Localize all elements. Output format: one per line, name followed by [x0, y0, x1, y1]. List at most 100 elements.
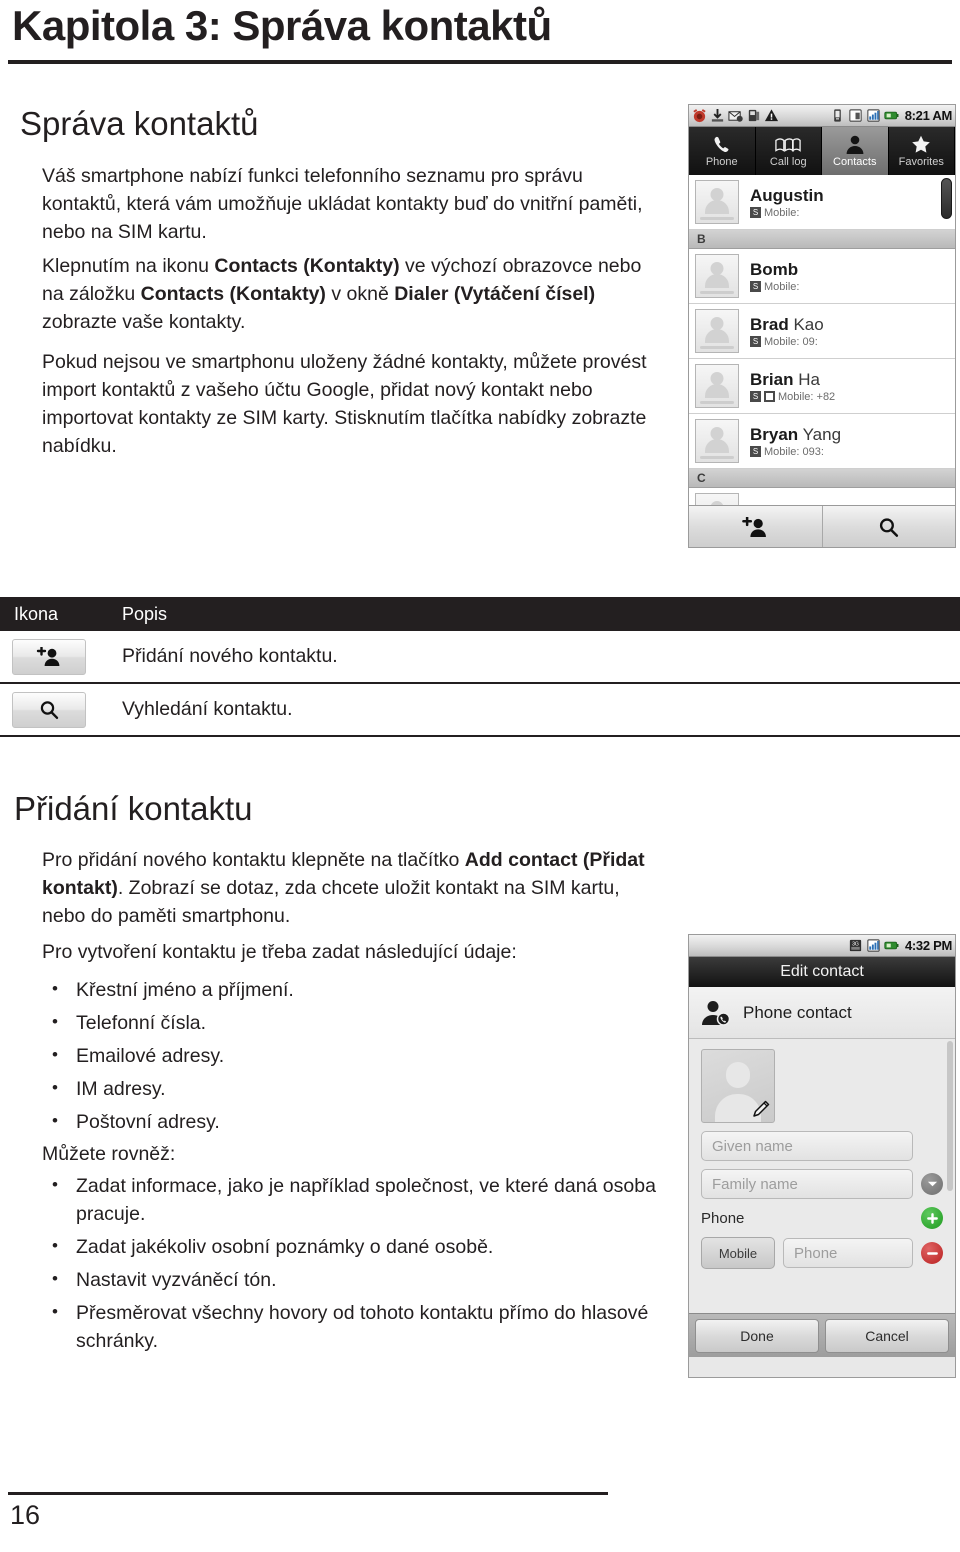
- contact-subtitle: S Mobile: 093:: [750, 446, 841, 458]
- phone-screenshot-contacts: 8:21 AM Phone Call log Contacts Favorite…: [688, 104, 956, 548]
- tab-label: Favorites: [898, 155, 944, 168]
- page-number: 16: [10, 1500, 41, 1530]
- contact-number-label: Mobile: +82: [778, 390, 836, 403]
- phone-section-label: Phone: [701, 1209, 745, 1227]
- search-icon: [12, 691, 86, 728]
- contact-number-label: Mobile: 093:: [764, 445, 824, 458]
- phone-contact-icon: [702, 1000, 731, 1026]
- download-icon: [711, 108, 724, 122]
- minus-icon[interactable]: [921, 1242, 943, 1264]
- list-item[interactable]: Augustin S Mobile:: [689, 175, 955, 230]
- list-item: Křestní jméno a příjmení.: [42, 975, 662, 1004]
- section-heading-sprava-kontaktu: Správa kontaktů: [20, 105, 259, 142]
- scrollbar-thumb[interactable]: [941, 178, 952, 219]
- para2-bold-dialer: Dialer (Vytáčení čísel): [394, 283, 596, 305]
- sim-icon: [849, 109, 862, 122]
- para2-text-d: v okně: [325, 283, 395, 305]
- phone-type-selector[interactable]: Mobile: [701, 1237, 775, 1269]
- cancel-button[interactable]: Cancel: [825, 1318, 949, 1353]
- contact-photo-picker[interactable]: [701, 1049, 775, 1123]
- phone-screenshot-edit-contact: 3G 4:32 PM Edit contact Phone contact Gi…: [688, 934, 956, 1378]
- avatar: [695, 309, 739, 353]
- title-divider: [8, 60, 952, 64]
- footer-divider: [8, 1492, 608, 1495]
- list-item: Přesměrovat všechny hovory od tohoto kon…: [42, 1298, 672, 1355]
- handset-icon: [712, 135, 731, 155]
- para2-text-a: Klepnutím na ikonu: [42, 255, 215, 277]
- tab-bar: Phone Call log Contacts Favorites: [689, 127, 955, 175]
- contact-number-label: Mobile:: [764, 280, 800, 293]
- icon-description-table: Ikona Popis Přidání nového kontaktu. Vyh…: [0, 597, 960, 737]
- alpha-divider-c: C: [689, 469, 955, 488]
- chevron-down-icon[interactable]: [921, 1173, 943, 1195]
- contact-list[interactable]: Augustin S Mobile: B Bomb S Mobile: Brad…: [689, 175, 955, 505]
- warning-icon: [764, 109, 779, 122]
- svg-text:3G: 3G: [852, 942, 859, 948]
- tab-phone[interactable]: Phone: [689, 127, 756, 175]
- table-header-row: Ikona Popis: [0, 597, 960, 631]
- account-row[interactable]: Phone contact: [689, 987, 955, 1039]
- signal-icon: [867, 939, 880, 952]
- avatar: [695, 493, 739, 505]
- scrollbar-thumb[interactable]: [947, 1041, 953, 1191]
- contact-last-name: Yang: [802, 424, 842, 444]
- alarm-icon: [693, 109, 706, 123]
- status-bar-time: 8:21 AM: [904, 108, 953, 123]
- contact-info: Brian Ha S Mobile: +82: [750, 370, 835, 403]
- contact-number-label: Mobile:: [764, 206, 800, 219]
- list-item: Nastavit vyzváněcí tón.: [42, 1265, 672, 1294]
- tab-favorites[interactable]: Favorites: [889, 127, 955, 175]
- table-cell-icon: [0, 691, 122, 728]
- star-icon: [911, 135, 931, 155]
- para4-text-a: Pro přidání nového kontaktu klepněte na …: [42, 849, 465, 871]
- contact-name: Bryan Yang: [750, 425, 841, 444]
- battery-icon: [884, 941, 899, 950]
- book-icon: [775, 135, 801, 155]
- table-row: Vyhledání kontaktu.: [0, 684, 960, 737]
- contact-last-name: Kao: [793, 314, 824, 334]
- sim-badge-icon: S: [750, 336, 761, 347]
- list-item[interactable]: Brian Ha S Mobile: +82: [689, 359, 955, 414]
- table-cell-icon: [0, 638, 122, 675]
- phone-number-field[interactable]: Phone: [783, 1238, 913, 1268]
- list-item[interactable]: [689, 488, 955, 505]
- family-name-field[interactable]: Family name: [701, 1169, 913, 1199]
- contact-first-name: Bomb: [750, 259, 799, 279]
- status-bar: 3G 4:32 PM: [689, 935, 955, 957]
- add-contact-button[interactable]: [689, 506, 823, 547]
- paragraph-contacts-tap: Klepnutím na ikonu Contacts (Kontakty) v…: [42, 252, 662, 336]
- tab-label: Contacts: [833, 155, 877, 168]
- list-item[interactable]: Bomb S Mobile:: [689, 249, 955, 304]
- contact-info: Brad Kao S Mobile: 09:: [750, 315, 824, 348]
- sd-card-icon: [748, 109, 760, 122]
- contact-first-name: Bryan: [750, 424, 799, 444]
- square-badge-icon: [764, 391, 775, 402]
- para2-bold-contacts-2: Contacts (Kontakty): [140, 283, 326, 305]
- sim-badge-icon: S: [750, 391, 761, 402]
- search-button[interactable]: [823, 506, 956, 547]
- pencil-icon: [753, 1100, 770, 1117]
- list-item[interactable]: Bryan Yang S Mobile: 093:: [689, 414, 955, 469]
- list-item: IM adresy.: [42, 1074, 662, 1103]
- paragraph-add-contact: Pro přidání nového kontaktu klepněte na …: [42, 846, 662, 930]
- para2-text-e: zobrazte vaše kontakty.: [42, 311, 246, 333]
- tab-call-log[interactable]: Call log: [756, 127, 822, 175]
- contact-name: Brian Ha: [750, 370, 835, 389]
- status-bar-right-icons: 8:21 AM: [830, 108, 952, 123]
- alpha-divider-b: B: [689, 230, 955, 249]
- list-item[interactable]: Brad Kao S Mobile: 09:: [689, 304, 955, 359]
- tab-contacts[interactable]: Contacts: [822, 127, 889, 175]
- edit-contact-title: Edit contact: [689, 957, 955, 987]
- plus-icon[interactable]: [921, 1207, 943, 1229]
- required-fields-list: Křestní jméno a příjmení. Telefonní čísl…: [42, 975, 662, 1141]
- table-header-description: Popis: [122, 603, 168, 624]
- contact-subtitle: S Mobile:: [750, 281, 799, 293]
- edit-contact-form: Given name Family name Phone Mobile Phon…: [689, 1039, 955, 1357]
- family-name-row: Family name: [701, 1169, 943, 1199]
- paragraph-intro: Váš smartphone nabízí funkci telefonního…: [42, 165, 643, 243]
- avatar: [695, 180, 739, 224]
- done-button[interactable]: Done: [695, 1318, 819, 1353]
- list-item: Emailové adresy.: [42, 1041, 662, 1070]
- given-name-field[interactable]: Given name: [701, 1131, 913, 1161]
- status-bar: 8:21 AM: [689, 105, 955, 127]
